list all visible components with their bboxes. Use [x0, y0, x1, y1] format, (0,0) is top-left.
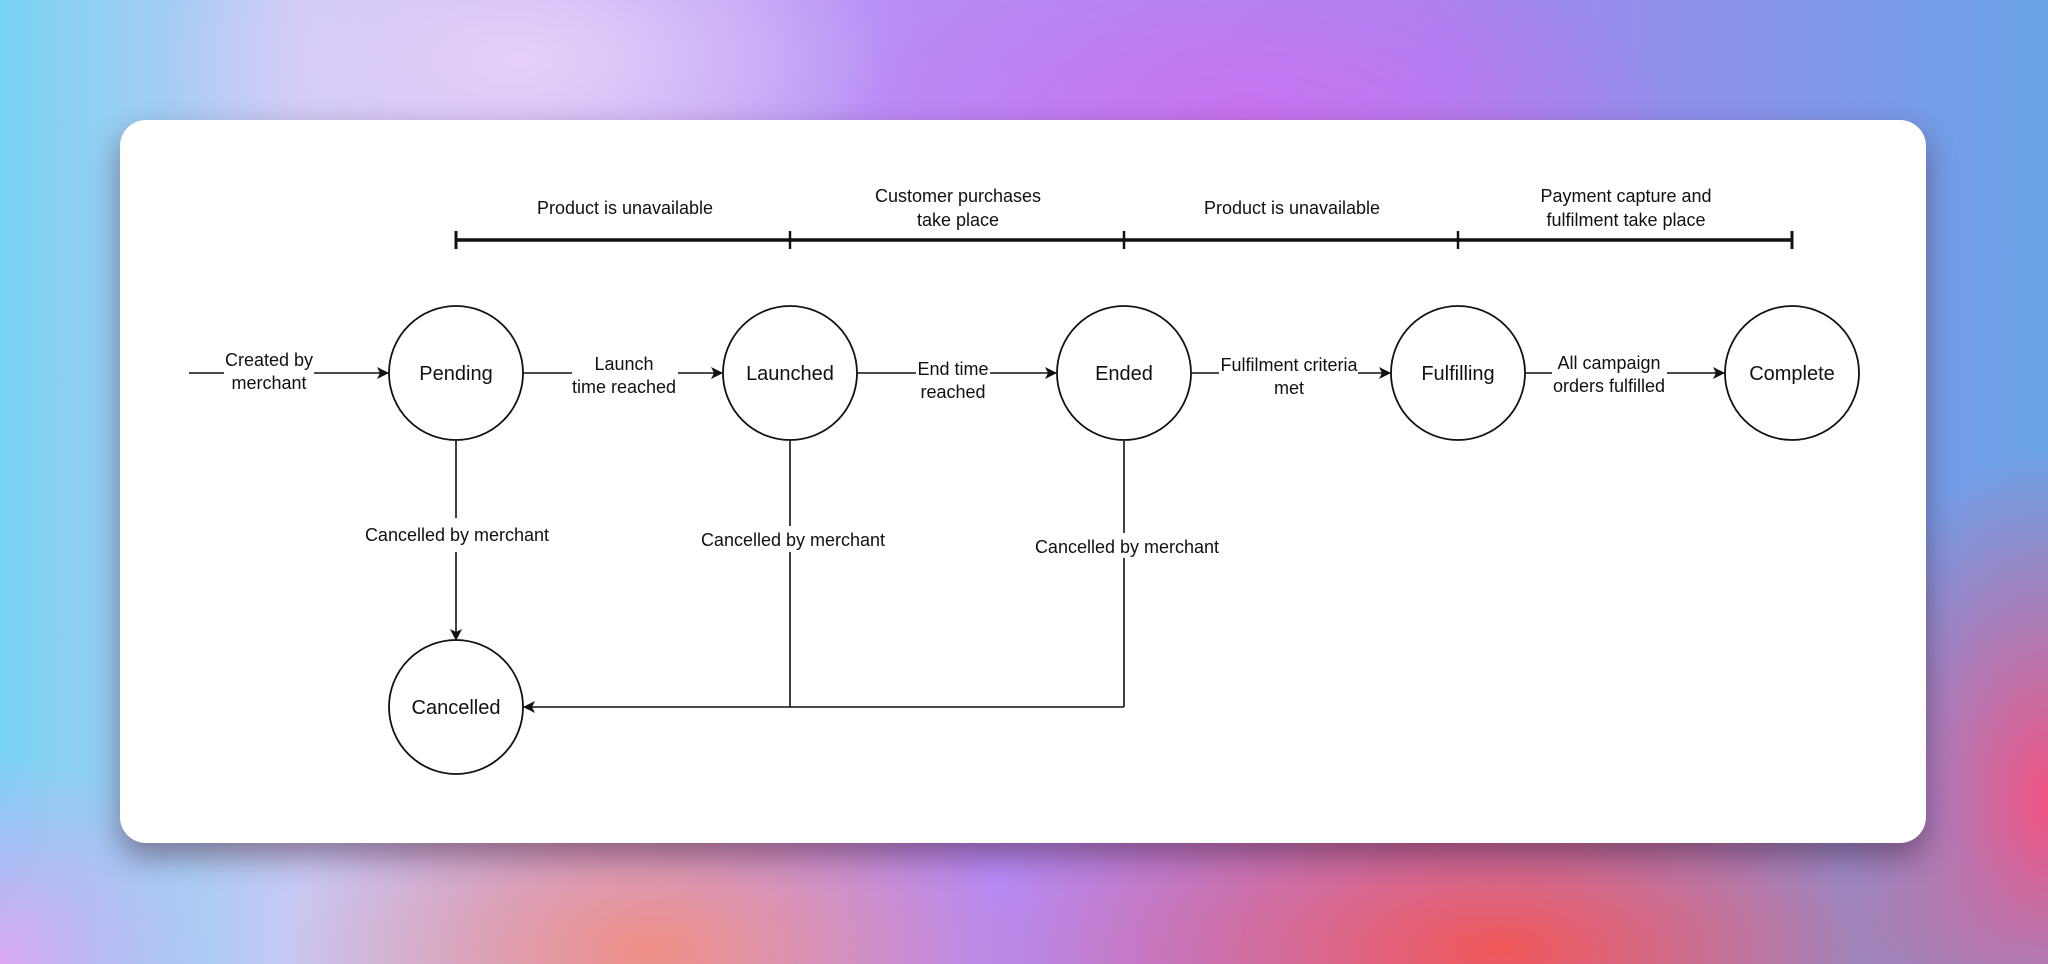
cancel-edge-label: Cancelled by merchant: [365, 525, 549, 545]
state-fulfilling[interactable]: Fulfilling: [1390, 305, 1526, 441]
phase-label: fulfilment take place: [1546, 210, 1705, 230]
transition-label: reached: [920, 382, 985, 402]
entry-edge-label: merchant: [231, 373, 306, 393]
state-label: Fulfilling: [1421, 363, 1494, 385]
state-label: Ended: [1095, 363, 1153, 385]
cancel-edge-label: Cancelled by merchant: [701, 530, 885, 550]
state-label: Complete: [1749, 363, 1835, 385]
transition-label: All campaign: [1557, 353, 1660, 373]
entry-edge-label: Created by: [225, 350, 313, 370]
transition-label: met: [1274, 378, 1304, 398]
transition-label: Fulfilment criteria: [1220, 355, 1358, 375]
state-complete[interactable]: Complete: [1724, 305, 1860, 441]
phase-label: take place: [917, 210, 999, 230]
state-ended[interactable]: Ended: [1056, 305, 1192, 441]
transition-label: End time: [917, 359, 988, 379]
phase-timeline: Product is unavailable Customer purchase…: [454, 186, 1794, 249]
cancel-edge-label: Cancelled by merchant: [1035, 537, 1219, 557]
state-label: Launched: [746, 363, 834, 385]
phase-label: Product is unavailable: [1204, 198, 1380, 218]
state-label: Cancelled: [412, 697, 501, 719]
transition-label: orders fulfilled: [1553, 376, 1665, 396]
transition-label: Launch: [594, 354, 653, 374]
state-launched[interactable]: Launched: [722, 305, 858, 441]
state-cancelled[interactable]: Cancelled: [388, 639, 524, 775]
phase-label: Product is unavailable: [537, 198, 713, 218]
state-diagram: Product is unavailable Customer purchase…: [189, 186, 1860, 775]
state-pending[interactable]: Pending: [388, 305, 524, 441]
transition-label: time reached: [572, 377, 676, 397]
phase-label: Payment capture and: [1540, 186, 1711, 206]
phase-label: Customer purchases: [875, 186, 1041, 206]
state-label: Pending: [419, 363, 492, 385]
